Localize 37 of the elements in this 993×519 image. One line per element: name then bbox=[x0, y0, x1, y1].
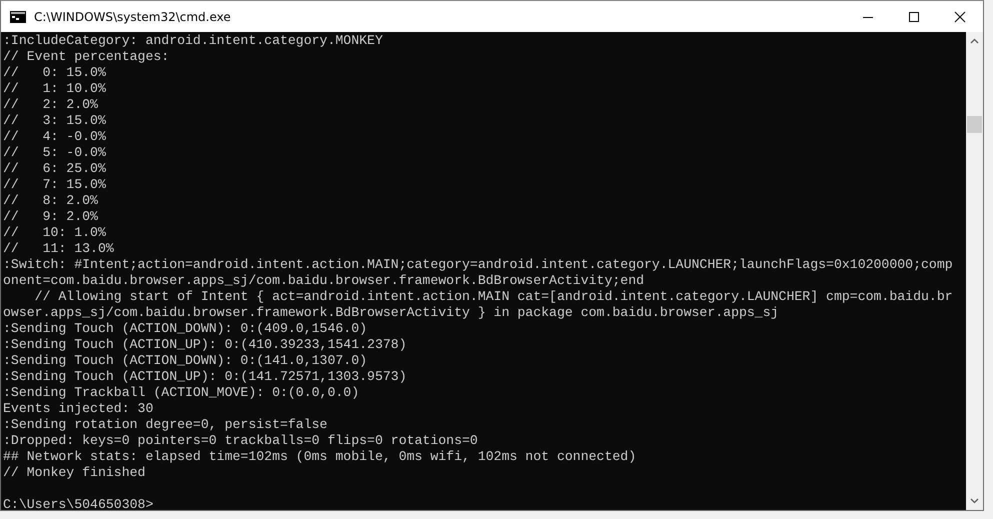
scrollbar-thumb[interactable] bbox=[967, 116, 982, 133]
console-line: // 7: 15.0% bbox=[3, 177, 107, 193]
console-line: // Monkey finished bbox=[3, 465, 146, 481]
console-line: :Sending Touch (ACTION_DOWN): 0:(409.0,1546.0) bbox=[3, 321, 368, 337]
console-line: // Allowing start of Intent { act=android.intent.action.MAIN cat=[android.intent.category.LAUNCHER] cmp=com.baidu.br bbox=[34, 289, 954, 305]
console-line: :IncludeCategory: android.intent.category.MONKEY bbox=[3, 33, 384, 49]
scrollbar[interactable] bbox=[966, 32, 983, 510]
console-line: // 2: 2.0% bbox=[3, 97, 99, 113]
scroll-down-icon[interactable] bbox=[970, 498, 979, 504]
console-line: // 3: 15.0% bbox=[3, 113, 107, 129]
console-line: onent=com.baidu.browser.apps_sj/com.baidu.browser.framework.BdBrowserActivity;end bbox=[3, 273, 646, 289]
console-line: // 6: 25.0% bbox=[3, 161, 107, 177]
command-prompt[interactable]: C:\Users\504650308> bbox=[3, 497, 966, 510]
scroll-up-icon[interactable] bbox=[970, 38, 979, 44]
console-line: // Event percentages: bbox=[3, 49, 170, 65]
console-line: :Sending Touch (ACTION_UP): 0:(410.39233,1541.2378) bbox=[3, 337, 408, 353]
console-line: // 0: 15.0% bbox=[3, 65, 107, 81]
console-line: :Sending rotation degree=0, persist=false bbox=[3, 417, 328, 433]
console-line: :Sending Trackball (ACTION_MOVE): 0:(0.0,0.0) bbox=[3, 385, 360, 401]
console-line: // 1: 10.0% bbox=[3, 81, 107, 97]
console-line: ## Network stats: elapsed time=102ms (0ms mobile, 0ms wifi, 102ms not connected) bbox=[3, 449, 638, 465]
console-line: // 10: 1.0% bbox=[3, 225, 107, 241]
console-line: :Sending Touch (ACTION_DOWN): 0:(141.0,1307.0) bbox=[3, 353, 368, 369]
console-line: :Dropped: keys=0 pointers=0 trackballs=0 flips=0 rotations=0 bbox=[3, 433, 479, 449]
console-line: :Switch: #Intent;action=android.intent.action.MAIN;category=android.intent.category.LAUNCHER;launchFlags=0x10200000;comp bbox=[3, 257, 954, 273]
maximize-icon[interactable] bbox=[908, 10, 920, 22]
console-line: // 9: 2.0% bbox=[3, 209, 99, 225]
console-line: // 11: 13.0% bbox=[3, 241, 115, 257]
console-line: // 4: -0.0% bbox=[3, 129, 107, 145]
console-line: // 8: 2.0% bbox=[3, 193, 99, 209]
close-icon[interactable] bbox=[954, 10, 966, 22]
console-line: :Sending Touch (ACTION_UP): 0:(141.72571,1303.9573) bbox=[3, 369, 408, 385]
console-line: Events injected: 30 bbox=[3, 401, 154, 417]
window-title: C:\WINDOWS\system32\cmd.exe bbox=[34, 10, 232, 24]
console-line: owser.apps_sj/com.baidu.browser.framework.BdBrowserActivity } in package com.baidu.browser.apps_sj bbox=[3, 305, 780, 321]
console-app-icon bbox=[10, 10, 26, 22]
console-line: // 5: -0.0% bbox=[3, 145, 107, 161]
